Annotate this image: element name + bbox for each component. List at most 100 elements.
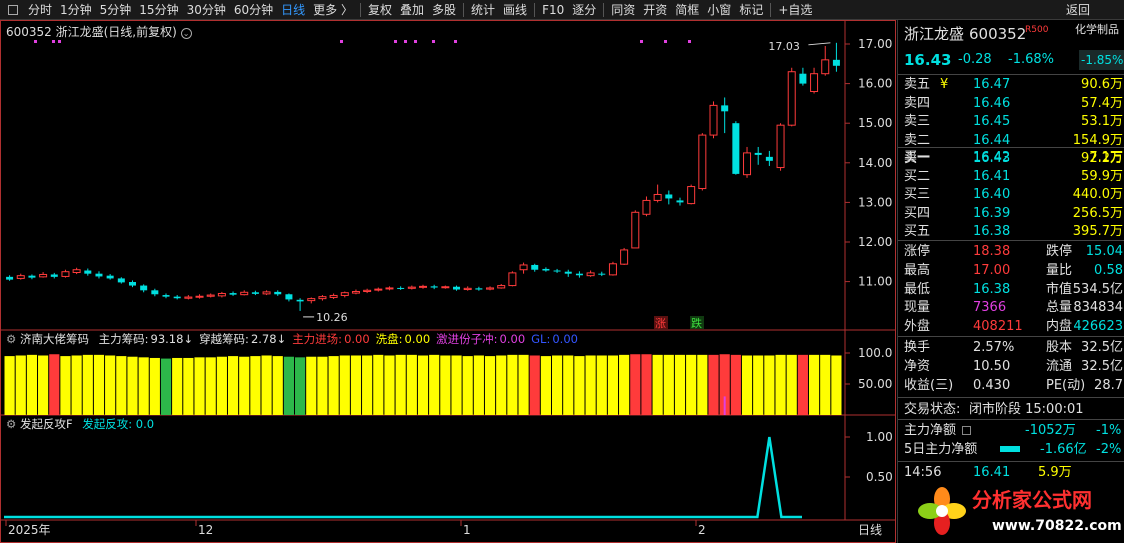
chip-bar[interactable] xyxy=(4,356,15,415)
candle[interactable] xyxy=(531,263,539,272)
candle[interactable] xyxy=(832,42,840,72)
candle[interactable] xyxy=(363,288,372,294)
chip-bar[interactable] xyxy=(663,354,674,415)
stat-row[interactable]: 换手 2.57% 股本 32.5亿 xyxy=(898,338,1124,357)
chip-bar[interactable] xyxy=(808,354,820,415)
chip-bar[interactable] xyxy=(652,354,663,415)
sector-name[interactable]: 化学制品 xyxy=(1075,18,1119,42)
chip-bar[interactable] xyxy=(708,354,719,415)
chip-bar[interactable] xyxy=(250,356,261,415)
ask-row[interactable]: 卖四 16.46 57.4万 xyxy=(898,94,1124,113)
toolbar-item[interactable]: 15分钟 xyxy=(135,0,182,20)
chip-bar[interactable] xyxy=(71,355,82,415)
chip-bar[interactable] xyxy=(384,355,395,415)
candle[interactable] xyxy=(407,285,416,290)
stat-row[interactable]: 涨停 18.38 跌停 15.04 xyxy=(898,242,1124,261)
toolbar-item[interactable]: 逐分 xyxy=(568,0,600,20)
candle[interactable] xyxy=(84,268,92,276)
candle[interactable] xyxy=(631,210,640,249)
toolbar-item[interactable]: 开资 xyxy=(639,0,671,20)
candle[interactable] xyxy=(385,286,394,291)
chip-bar[interactable] xyxy=(518,354,529,415)
candle[interactable] xyxy=(296,298,304,311)
settings-icon[interactable]: ⚙ xyxy=(6,417,16,431)
stat-row[interactable]: 现量 7366 总量 834834 xyxy=(898,298,1124,317)
candle[interactable] xyxy=(497,283,506,289)
chip-bar[interactable] xyxy=(317,356,328,415)
candle[interactable] xyxy=(173,295,181,300)
chip-bar[interactable] xyxy=(551,355,563,415)
chip-bar[interactable] xyxy=(15,355,26,415)
candle[interactable] xyxy=(217,291,226,298)
candle[interactable] xyxy=(620,247,629,265)
toolbar-item[interactable]: 返回 xyxy=(1062,0,1094,20)
candle[interactable] xyxy=(39,272,48,278)
candle[interactable] xyxy=(229,291,237,296)
chip-bar[interactable] xyxy=(496,355,507,415)
chart-svg[interactable]: 17.0016.0015.0014.0013.0012.0011.0017.03… xyxy=(0,20,896,543)
candle[interactable] xyxy=(810,67,819,94)
candle[interactable] xyxy=(162,293,170,299)
candle[interactable] xyxy=(508,271,517,287)
chip-bar[interactable] xyxy=(350,355,362,415)
bid-row[interactable]: 买五 16.38 395.7万 xyxy=(898,222,1124,241)
candle[interactable] xyxy=(721,97,729,134)
candle[interactable] xyxy=(240,290,249,296)
chip-bar[interactable] xyxy=(451,355,462,415)
stat-row[interactable]: 最低 16.38 市值 534.5亿 xyxy=(898,280,1124,299)
chip-bar[interactable] xyxy=(797,354,808,415)
candle[interactable] xyxy=(61,269,70,278)
chip-bar[interactable] xyxy=(574,356,585,415)
signal-line[interactable] xyxy=(4,436,802,519)
candle[interactable] xyxy=(251,290,259,296)
chip-bar[interactable] xyxy=(753,355,764,415)
candle[interactable] xyxy=(106,274,114,280)
chip-bar[interactable] xyxy=(26,354,38,415)
chip-bar[interactable] xyxy=(641,354,652,415)
toolbar-item[interactable]: 更多 〉 xyxy=(309,0,357,20)
chip-bar[interactable] xyxy=(820,354,831,415)
ask-row[interactable]: 卖五 ¥16.47 90.6万 xyxy=(898,75,1124,94)
chip-bar[interactable] xyxy=(831,355,842,415)
candle[interactable] xyxy=(307,297,316,304)
chip-bar[interactable] xyxy=(149,357,160,415)
candle[interactable] xyxy=(486,286,495,291)
candle[interactable] xyxy=(374,287,383,292)
chip-bar[interactable] xyxy=(585,355,596,415)
chip-bar[interactable] xyxy=(272,356,283,415)
window-icon[interactable] xyxy=(8,4,18,15)
toolbar-item[interactable]: 日线 xyxy=(277,0,309,20)
candle[interactable] xyxy=(419,284,427,289)
chip-bar[interactable] xyxy=(619,354,630,415)
stat-row[interactable]: 收益(三) 0.430 PE(动) 28.7 xyxy=(898,376,1124,395)
candle[interactable] xyxy=(340,291,349,298)
candle[interactable] xyxy=(441,285,450,289)
candle[interactable] xyxy=(732,121,740,175)
candle[interactable] xyxy=(262,290,271,296)
info-icon[interactable] xyxy=(962,426,971,435)
toolbar-item[interactable]: 分时 xyxy=(24,0,56,20)
toolbar-item[interactable]: 1分钟 xyxy=(56,0,96,20)
toolbar-item[interactable]: 画线 xyxy=(499,0,531,20)
chip-bar[interactable] xyxy=(160,358,172,415)
bid-row[interactable]: 买一 16.42 7.1万 xyxy=(898,148,1124,167)
toolbar-item[interactable]: 叠加 xyxy=(396,0,428,20)
candle[interactable] xyxy=(776,123,785,171)
chip-bar[interactable] xyxy=(194,357,205,415)
stat-row[interactable]: 最高 17.00 量比 0.58 xyxy=(898,261,1124,280)
chip-bar[interactable] xyxy=(105,355,116,415)
candle[interactable] xyxy=(765,150,773,166)
settings-icon[interactable]: ⚙ xyxy=(6,332,16,346)
candle[interactable] xyxy=(329,293,338,300)
candle[interactable] xyxy=(318,295,327,301)
candle[interactable] xyxy=(754,146,762,165)
chip-bar[interactable] xyxy=(93,354,105,415)
chip-bar[interactable] xyxy=(540,356,551,415)
candle[interactable] xyxy=(274,290,282,296)
bid-row[interactable]: 买三 16.40 440.0万 xyxy=(898,185,1124,204)
candle[interactable] xyxy=(698,133,707,191)
chip-bar[interactable] xyxy=(172,357,183,415)
toolbar-item[interactable]: 多股 xyxy=(428,0,460,20)
toolbar-item[interactable]: 小窗 xyxy=(703,0,735,20)
chip-bar[interactable] xyxy=(306,356,317,415)
